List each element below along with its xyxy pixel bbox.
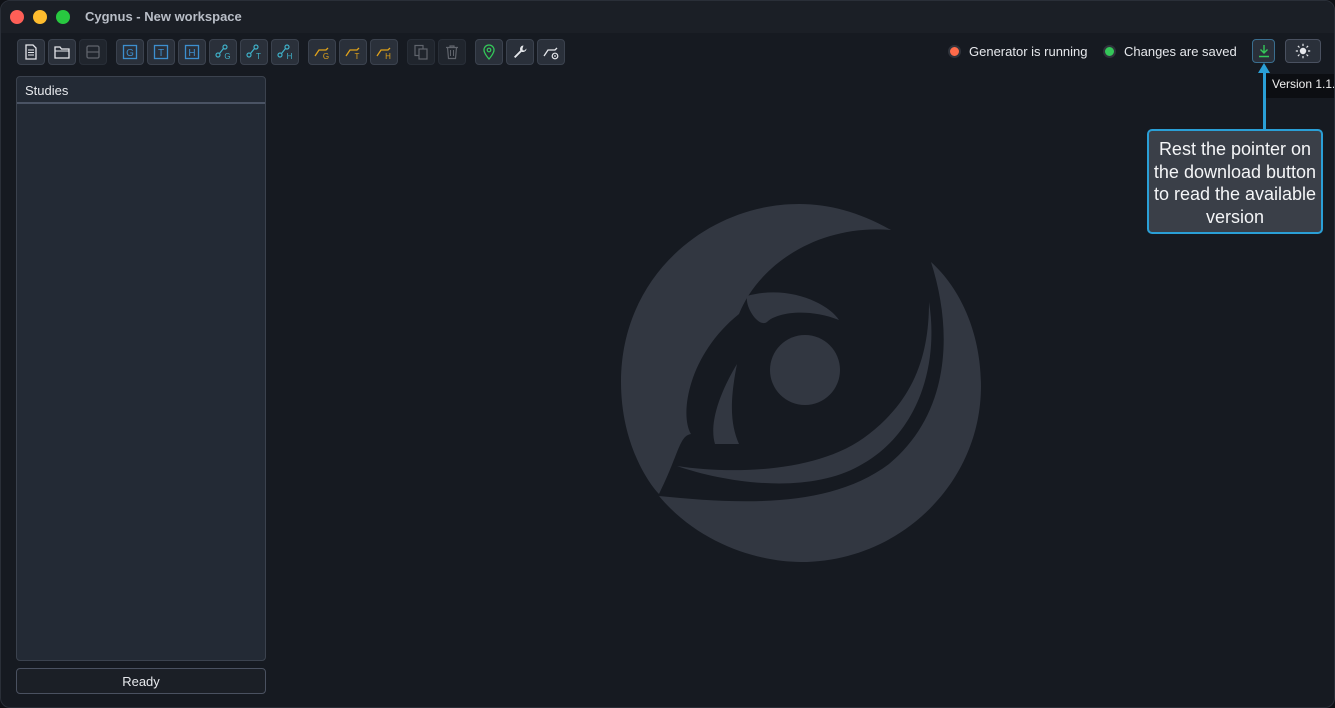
svg-text:T: T <box>355 52 360 61</box>
trend-t-button[interactable]: T <box>339 39 367 65</box>
studies-panel: Studies <box>16 76 266 661</box>
svg-text:H: H <box>188 48 195 59</box>
trend-g-icon: G <box>314 47 329 61</box>
hint-callout: Rest the pointer on the download button … <box>1147 129 1323 234</box>
trend-settings-icon <box>543 47 559 60</box>
graph-t-icon: T <box>246 44 261 61</box>
wrench-icon <box>514 45 527 58</box>
minimize-window-button[interactable] <box>33 10 47 24</box>
open-folder-icon <box>54 46 70 59</box>
generator-status: Generator is running <box>948 44 1088 59</box>
save-icon <box>86 45 100 59</box>
callout-line <box>1263 67 1266 129</box>
h-icon: H <box>184 44 200 60</box>
save-button[interactable] <box>79 39 107 65</box>
svg-text:G: G <box>224 52 230 61</box>
new-file-icon <box>25 44 37 60</box>
graph-h-icon: H <box>277 44 293 61</box>
svg-text:G: G <box>126 48 134 59</box>
svg-text:H: H <box>287 52 293 61</box>
cygnus-logo <box>621 204 981 562</box>
toolbar: G T H G T H G T H Generator is running C… <box>1 33 1334 71</box>
location-pin-icon <box>483 44 495 60</box>
graph-t-button[interactable]: T <box>240 39 268 65</box>
settings-button[interactable] <box>506 39 534 65</box>
location-button[interactable] <box>475 39 503 65</box>
graph-h-button[interactable]: H <box>271 39 299 65</box>
download-button[interactable] <box>1252 39 1275 63</box>
trend-t-icon: T <box>345 47 360 61</box>
g-icon: G <box>122 44 138 60</box>
generator-status-label: Generator is running <box>969 44 1088 59</box>
t-icon: T <box>153 44 169 60</box>
trend-settings-button[interactable] <box>537 39 565 65</box>
t-button[interactable]: T <box>147 39 175 65</box>
status-bar: Ready <box>16 668 266 694</box>
changes-status-label: Changes are saved <box>1124 44 1237 59</box>
delete-button[interactable] <box>438 39 466 65</box>
trash-icon <box>446 45 458 60</box>
graph-g-icon: G <box>215 44 231 61</box>
open-folder-button[interactable] <box>48 39 76 65</box>
svg-text:H: H <box>385 52 391 61</box>
changes-status-dot <box>1103 45 1116 58</box>
trend-g-button[interactable]: G <box>308 39 336 65</box>
maximize-window-button[interactable] <box>56 10 70 24</box>
trend-h-icon: H <box>376 47 391 61</box>
h-button[interactable]: H <box>178 39 206 65</box>
g-button[interactable]: G <box>116 39 144 65</box>
generator-status-dot <box>948 45 961 58</box>
theme-toggle-button[interactable] <box>1285 39 1321 63</box>
download-icon <box>1258 45 1269 58</box>
window-title: Cygnus - New workspace <box>85 9 242 24</box>
sun-icon <box>1295 43 1311 59</box>
close-window-button[interactable] <box>10 10 24 24</box>
studies-list[interactable] <box>17 104 265 660</box>
version-tooltip: Version 1.1.0 <box>1264 74 1334 98</box>
changes-status: Changes are saved <box>1103 44 1237 59</box>
new-file-button[interactable] <box>17 39 45 65</box>
studies-header: Studies <box>17 77 265 104</box>
trend-h-button[interactable]: H <box>370 39 398 65</box>
graph-g-button[interactable]: G <box>209 39 237 65</box>
svg-text:T: T <box>158 48 164 59</box>
copy-button[interactable] <box>407 39 435 65</box>
app-window: Cygnus - New workspace G T H G T H G T H… <box>0 0 1335 708</box>
title-bar: Cygnus - New workspace <box>1 1 1334 33</box>
svg-text:T: T <box>256 52 261 61</box>
copy-icon <box>414 44 428 60</box>
svg-text:G: G <box>323 52 329 61</box>
